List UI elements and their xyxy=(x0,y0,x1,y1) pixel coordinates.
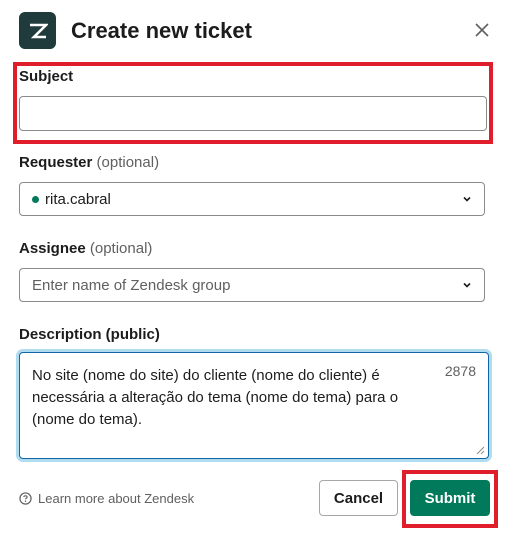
zendesk-logo-icon xyxy=(19,12,56,49)
help-circle-icon xyxy=(19,492,32,505)
requester-value: rita.cabral xyxy=(32,183,111,217)
description-textarea[interactable]: No site (nome do site) do cliente (nome … xyxy=(19,352,489,459)
cancel-button[interactable]: Cancel xyxy=(319,480,398,516)
chevron-down-icon xyxy=(463,196,471,202)
modal-title: Create new ticket xyxy=(71,18,252,43)
close-icon[interactable] xyxy=(470,18,494,42)
presence-dot-icon xyxy=(32,195,39,203)
description-label: Description (public) xyxy=(19,326,160,343)
assignee-label: Assignee (optional) xyxy=(19,240,153,257)
assignee-select[interactable]: Enter name of Zendesk group xyxy=(19,268,485,302)
requester-select[interactable]: rita.cabral xyxy=(19,182,485,216)
chevron-down-icon xyxy=(463,282,471,288)
description-text: No site (nome do site) do cliente (nome … xyxy=(32,367,399,428)
submit-button[interactable]: Submit xyxy=(410,480,490,516)
subject-input[interactable] xyxy=(19,96,487,131)
subject-label: Subject xyxy=(19,68,74,85)
requester-label: Requester (optional) xyxy=(19,154,160,171)
assignee-placeholder: Enter name of Zendesk group xyxy=(32,277,231,294)
learn-more-link[interactable]: Learn more about Zendesk xyxy=(19,491,194,506)
modal-header: Create new ticket xyxy=(19,12,494,50)
resize-handle-icon[interactable] xyxy=(475,445,485,455)
character-counter: 2878 xyxy=(444,363,476,379)
